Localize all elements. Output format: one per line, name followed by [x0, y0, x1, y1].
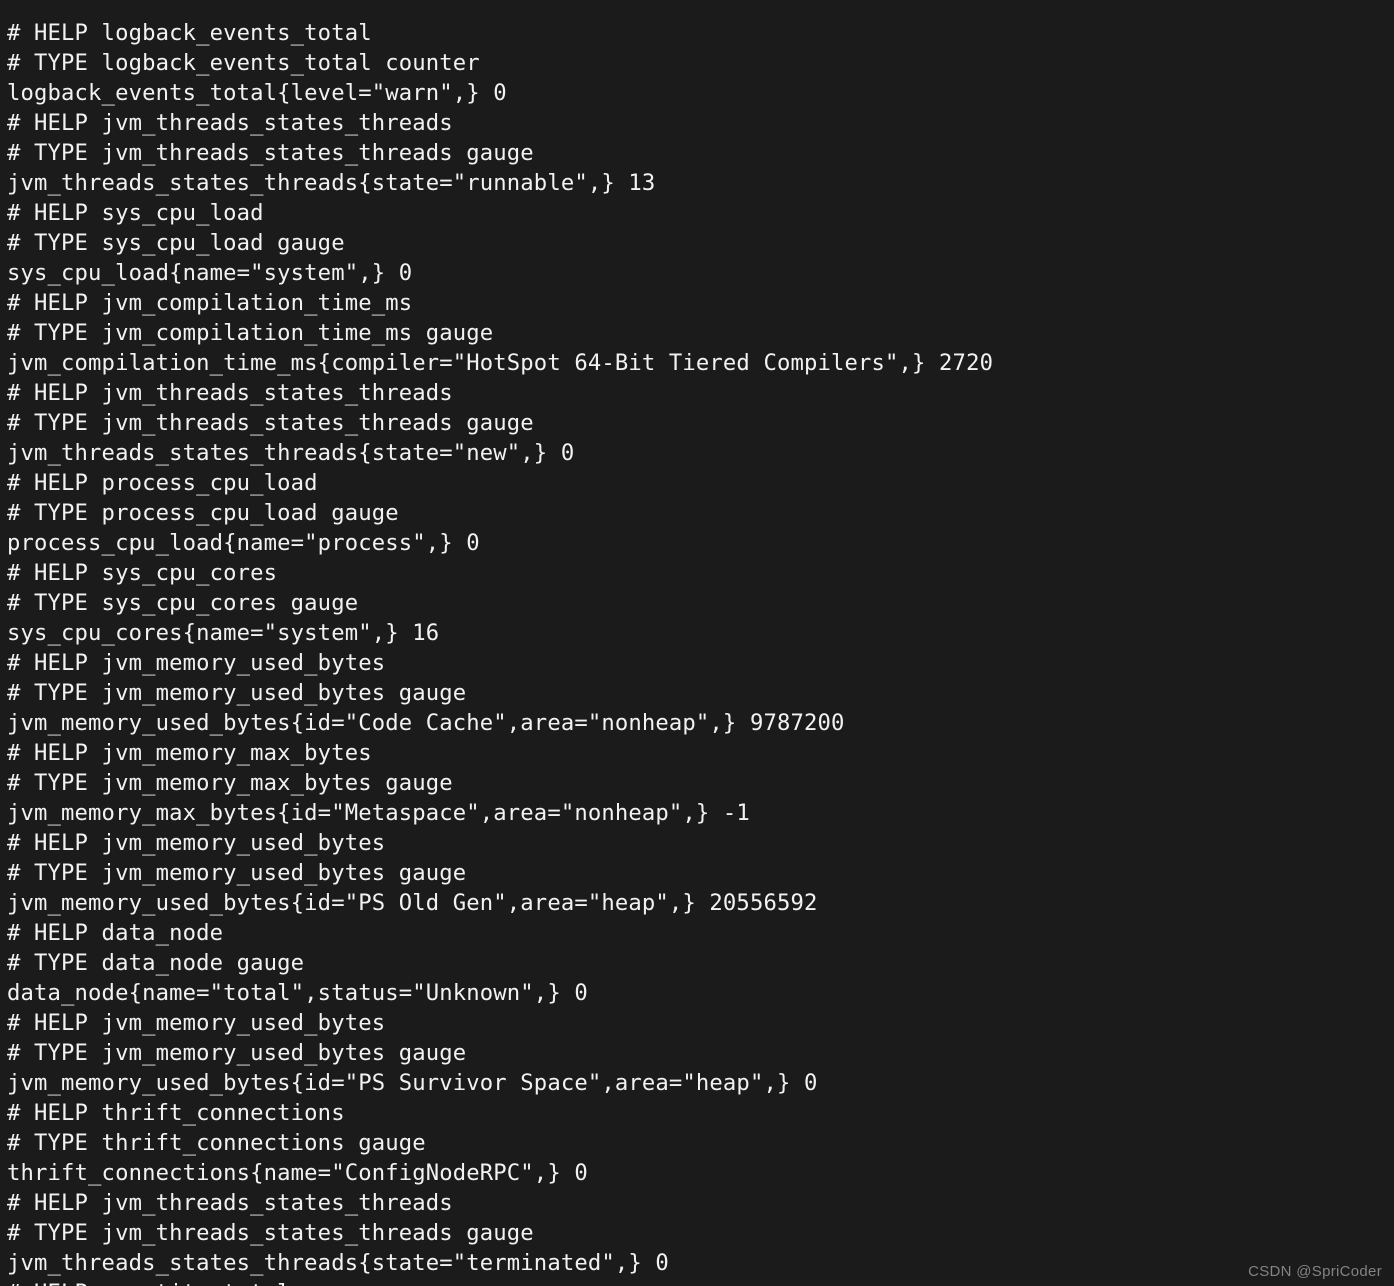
metric-line: # TYPE logback_events_total counter	[7, 50, 480, 76]
metric-line: # HELP jvm_threads_states_threads	[7, 110, 453, 136]
metric-line: # HELP sys_cpu_cores	[7, 560, 278, 586]
metric-line: jvm_threads_states_threads{state="runnab…	[7, 170, 656, 196]
metric-line: sys_cpu_cores{name="system",} 16	[7, 620, 440, 646]
metric-line: # TYPE jvm_threads_states_threads gauge	[7, 410, 534, 436]
metric-line: jvm_compilation_time_ms{compiler="HotSpo…	[7, 350, 994, 376]
metric-line: # TYPE process_cpu_load gauge	[7, 500, 399, 526]
metric-line: # HELP jvm_memory_used_bytes	[7, 1010, 386, 1036]
metric-line: jvm_memory_used_bytes{id="Code Cache",ar…	[7, 710, 845, 736]
metric-line: # TYPE data_node gauge	[7, 950, 305, 976]
metric-line: jvm_threads_states_threads{state="termin…	[7, 1250, 669, 1276]
metric-line: # HELP quantity_total	[7, 1278, 1394, 1286]
metric-line: # TYPE jvm_threads_states_threads gauge	[7, 140, 534, 166]
metric-line: logback_events_total{level="warn",} 0	[7, 80, 507, 106]
metric-line: # TYPE sys_cpu_load gauge	[7, 230, 345, 256]
metric-line: jvm_threads_states_threads{state="new",}…	[7, 440, 575, 466]
metric-line: # HELP sys_cpu_load	[7, 200, 264, 226]
metric-line: # TYPE jvm_compilation_time_ms gauge	[7, 320, 494, 346]
metrics-text-output[interactable]: # HELP logback_events_total # TYPE logbac…	[0, 0, 1394, 1286]
metric-line: # TYPE jvm_memory_max_bytes gauge	[7, 770, 453, 796]
metric-line: # TYPE jvm_memory_used_bytes gauge	[7, 680, 467, 706]
metric-line: # HELP jvm_memory_used_bytes	[7, 830, 386, 856]
metric-line: # HELP logback_events_total	[7, 20, 372, 46]
metric-line: # HELP data_node	[7, 920, 224, 946]
metric-line: # TYPE jvm_threads_states_threads gauge	[7, 1220, 534, 1246]
metric-line: # TYPE jvm_memory_used_bytes gauge	[7, 1040, 467, 1066]
metric-line: # HELP thrift_connections	[7, 1100, 345, 1126]
csdn-watermark: CSDN @SpriCoder	[1248, 1263, 1382, 1280]
metrics-page: # HELP logback_events_total # TYPE logbac…	[0, 0, 1394, 1286]
metric-line: # TYPE jvm_memory_used_bytes gauge	[7, 860, 467, 886]
metric-line: # HELP jvm_threads_states_threads	[7, 380, 453, 406]
metric-line: # HELP process_cpu_load	[7, 470, 318, 496]
metric-line: sys_cpu_load{name="system",} 0	[7, 260, 413, 286]
metric-line: # HELP jvm_threads_states_threads	[7, 1190, 453, 1216]
metric-line: # TYPE sys_cpu_cores gauge	[7, 590, 359, 616]
metric-line: thrift_connections{name="ConfigNodeRPC",…	[7, 1160, 588, 1186]
metric-line: # HELP jvm_memory_max_bytes	[7, 740, 372, 766]
metric-line: data_node{name="total",status="Unknown",…	[7, 980, 588, 1006]
metric-line: # TYPE thrift_connections gauge	[7, 1130, 426, 1156]
metric-line: # HELP jvm_memory_used_bytes	[7, 650, 386, 676]
metric-line: process_cpu_load{name="process",} 0	[7, 530, 480, 556]
metric-line: # HELP jvm_compilation_time_ms	[7, 290, 413, 316]
metric-line: jvm_memory_used_bytes{id="PS Old Gen",ar…	[7, 890, 818, 916]
metric-line: jvm_memory_max_bytes{id="Metaspace",area…	[7, 800, 750, 826]
metric-line: jvm_memory_used_bytes{id="PS Survivor Sp…	[7, 1070, 818, 1096]
